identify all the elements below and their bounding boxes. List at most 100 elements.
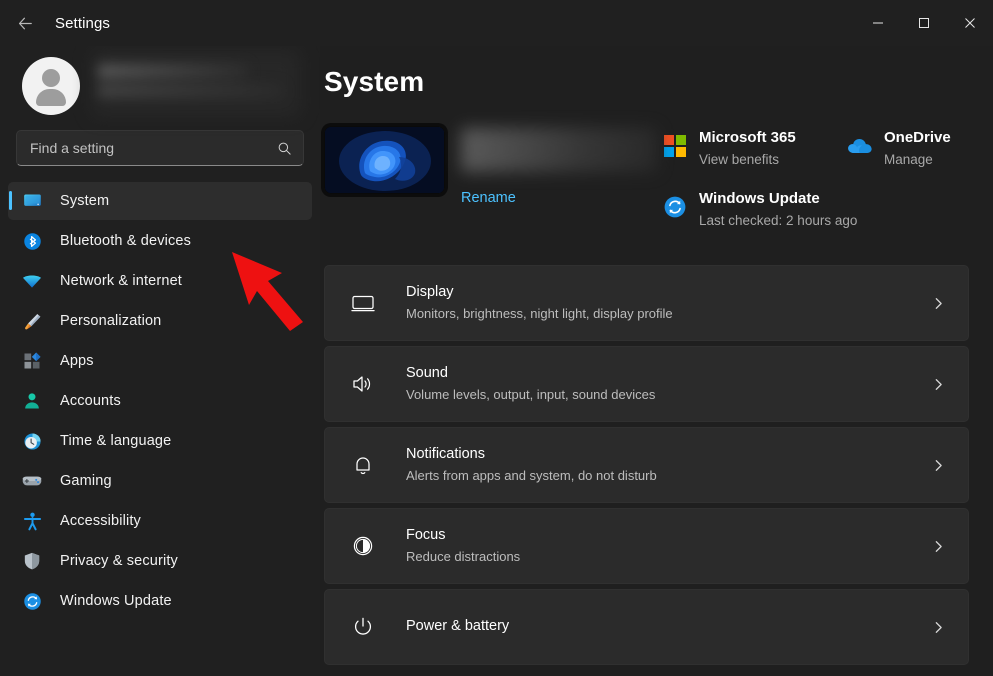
card-subtitle: Reduce distractions: [406, 547, 926, 567]
quick-link-subtitle[interactable]: Manage: [884, 150, 951, 170]
sidebar-item-network-internet[interactable]: Network & internet: [8, 262, 312, 300]
maximize-icon: [918, 17, 930, 29]
sidebar-item-label: Accessibility: [60, 513, 141, 529]
minimize-icon: [872, 17, 884, 29]
settings-card-sound[interactable]: Sound Volume levels, output, input, soun…: [324, 346, 969, 422]
sidebar-nav: System Bluetooth & devices: [0, 182, 320, 620]
power-icon: [345, 610, 381, 644]
sidebar-item-apps[interactable]: Apps: [8, 342, 312, 380]
chevron-right-icon: [926, 378, 950, 391]
card-title: Notifications: [406, 444, 926, 464]
quick-link-subtitle[interactable]: Last checked: 2 hours ago: [699, 211, 857, 231]
quick-link-onedrive[interactable]: OneDrive Manage: [845, 128, 951, 170]
bell-icon: [345, 448, 381, 482]
sidebar-item-label: Gaming: [60, 473, 112, 489]
sidebar: System Bluetooth & devices: [0, 46, 320, 676]
card-title: Sound: [406, 363, 926, 383]
monitor-icon: [345, 286, 381, 320]
accessibility-person-icon: [20, 509, 44, 533]
settings-card-display[interactable]: Display Monitors, brightness, night ligh…: [324, 265, 969, 341]
avatar: [22, 57, 80, 115]
sidebar-item-label: Personalization: [60, 313, 161, 329]
quick-link-microsoft-365[interactable]: Microsoft 365 View benefits: [660, 128, 845, 170]
card-title: Focus: [406, 525, 926, 545]
search-container: [0, 130, 320, 166]
back-arrow-icon: [17, 15, 34, 32]
settings-card-notifications[interactable]: Notifications Alerts from apps and syste…: [324, 427, 969, 503]
quick-links: Microsoft 365 View benefits: [660, 126, 969, 231]
back-button[interactable]: [8, 7, 42, 39]
title-bar: Settings: [0, 0, 993, 46]
card-title: Display: [406, 282, 926, 302]
card-subtitle: Alerts from apps and system, do not dist…: [406, 466, 926, 486]
wifi-icon: [20, 269, 44, 293]
sidebar-item-label: System: [60, 193, 109, 209]
update-refresh-icon: [20, 589, 44, 613]
maximize-button[interactable]: [901, 0, 947, 46]
rename-link[interactable]: Rename: [461, 190, 516, 206]
sidebar-item-label: Accounts: [60, 393, 121, 409]
settings-card-power-battery[interactable]: Power & battery: [324, 589, 969, 665]
clock-globe-icon: [20, 429, 44, 453]
sidebar-item-label: Time & language: [60, 433, 171, 449]
sidebar-item-accessibility[interactable]: Accessibility: [8, 502, 312, 540]
account-tile[interactable]: [6, 50, 306, 122]
onedrive-cloud-icon: [845, 131, 875, 161]
microsoft-logo-icon: [660, 131, 690, 161]
account-name-redacted: [96, 58, 290, 114]
device-name-block: Rename: [461, 126, 651, 231]
sidebar-item-label: Network & internet: [60, 273, 182, 289]
search-input[interactable]: [30, 140, 275, 156]
minimize-button[interactable]: [855, 0, 901, 46]
quick-links-row: Microsoft 365 View benefits: [660, 128, 969, 170]
main-content: System: [320, 46, 993, 676]
window-body: System Bluetooth & devices: [0, 46, 993, 676]
sidebar-item-label: Privacy & security: [60, 553, 178, 569]
sidebar-item-label: Apps: [60, 353, 94, 369]
card-subtitle: Volume levels, output, input, sound devi…: [406, 385, 926, 405]
quick-link-title: Microsoft 365: [699, 128, 796, 148]
sidebar-item-windows-update[interactable]: Windows Update: [8, 582, 312, 620]
windows-bloom-wallpaper: [324, 126, 445, 194]
sidebar-item-bluetooth-devices[interactable]: Bluetooth & devices: [8, 222, 312, 260]
device-summary: Rename: [324, 126, 660, 231]
close-button[interactable]: [947, 0, 993, 46]
chevron-right-icon: [926, 297, 950, 310]
page-title: System: [324, 66, 969, 98]
apps-grid-icon: [20, 349, 44, 373]
paintbrush-icon: [20, 309, 44, 333]
chevron-right-icon: [926, 540, 950, 553]
search-box[interactable]: [16, 130, 304, 166]
quick-link-subtitle[interactable]: View benefits: [699, 150, 796, 170]
focus-moon-icon: [345, 529, 381, 563]
settings-window: Settings: [0, 0, 993, 676]
gamepad-icon: [20, 469, 44, 493]
quick-link-windows-update[interactable]: Windows Update Last checked: 2 hours ago: [660, 189, 969, 231]
person-icon: [20, 389, 44, 413]
sidebar-item-label: Windows Update: [60, 593, 172, 609]
bloom-art: [325, 127, 445, 194]
sidebar-item-time-language[interactable]: Time & language: [8, 422, 312, 460]
chevron-right-icon: [926, 621, 950, 634]
card-title: Power & battery: [406, 616, 926, 636]
chevron-right-icon: [926, 459, 950, 472]
speaker-icon: [345, 367, 381, 401]
settings-card-focus[interactable]: Focus Reduce distractions: [324, 508, 969, 584]
sidebar-item-system[interactable]: System: [8, 182, 312, 220]
system-monitor-icon: [20, 189, 44, 213]
sidebar-item-label: Bluetooth & devices: [60, 233, 191, 249]
bluetooth-icon: [20, 229, 44, 253]
sidebar-item-gaming[interactable]: Gaming: [8, 462, 312, 500]
quick-link-title: Windows Update: [699, 189, 857, 209]
app-title: Settings: [55, 15, 110, 32]
device-name-redacted: [461, 128, 657, 172]
sidebar-item-personalization[interactable]: Personalization: [8, 302, 312, 340]
search-icon: [275, 141, 293, 156]
card-subtitle: Monitors, brightness, night light, displ…: [406, 304, 926, 324]
sidebar-item-accounts[interactable]: Accounts: [8, 382, 312, 420]
window-controls: [855, 0, 993, 46]
quick-link-title: OneDrive: [884, 128, 951, 148]
sidebar-item-privacy-security[interactable]: Privacy & security: [8, 542, 312, 580]
close-icon: [964, 17, 976, 29]
shield-icon: [20, 549, 44, 573]
